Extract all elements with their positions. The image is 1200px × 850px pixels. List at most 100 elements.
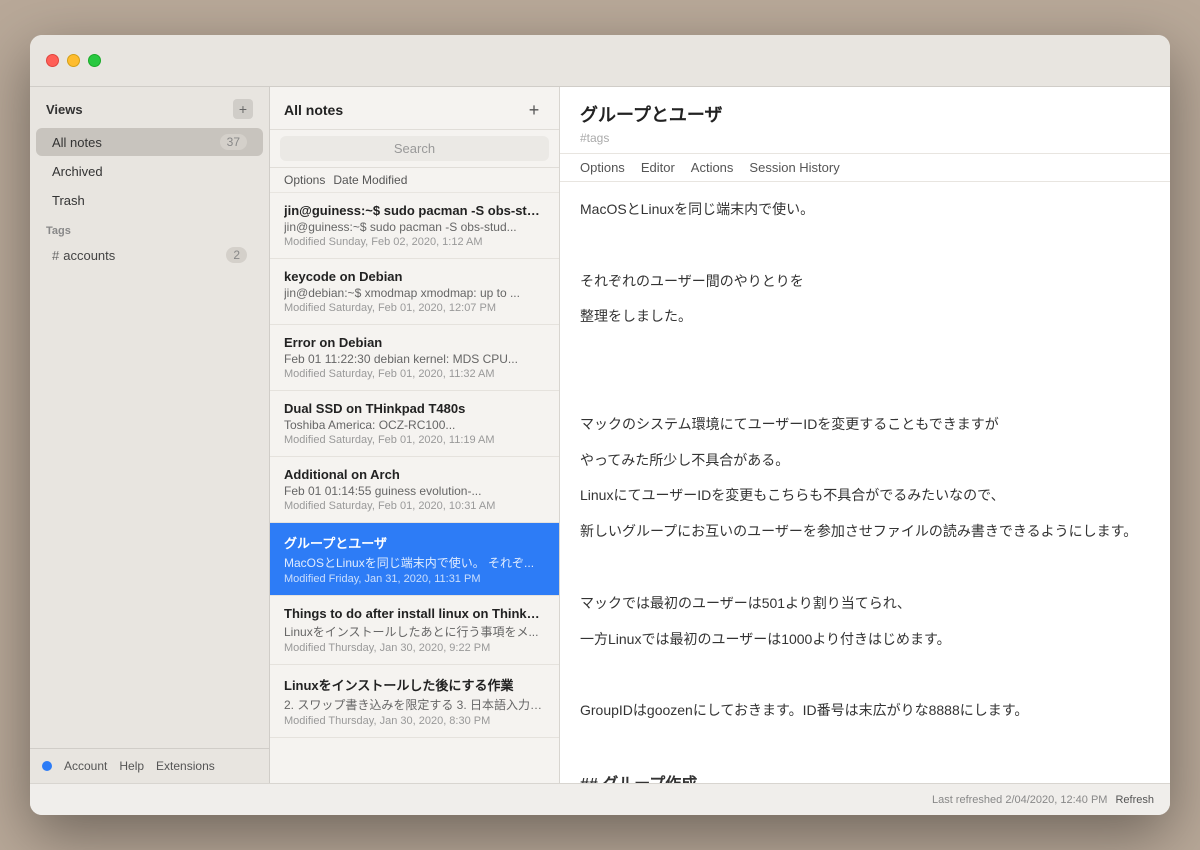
note-date: Modified Saturday, Feb 01, 2020, 10:31 A…: [284, 500, 545, 512]
note-detail-title: グループとユーザ: [580, 101, 1150, 127]
main-content: Views + All notes 37 Archived Trash Tags…: [30, 87, 1170, 783]
trash-label: Trash: [52, 193, 85, 208]
note-preview: MacOSとLinuxを同じ端末内で使い。 それぞ...: [284, 554, 545, 571]
toolbar-actions[interactable]: Actions: [691, 160, 734, 175]
note-title: Dual SSD on THinkpad T480s: [284, 401, 545, 416]
note-item[interactable]: Dual SSD on THinkpad T480s Toshiba Ameri…: [270, 391, 559, 457]
note-preview: Feb 01 01:14:55 guiness evolution-...: [284, 484, 545, 498]
note-detail-tags[interactable]: #tags: [580, 131, 1150, 145]
note-item[interactable]: Error on Debian Feb 01 11:22:30 debian k…: [270, 325, 559, 391]
accounts-count: 2: [226, 247, 247, 263]
status-bar: Last refreshed 2/04/2020, 12:40 PM Refre…: [30, 783, 1170, 815]
tag-accounts-label: #accounts: [52, 248, 115, 263]
note-preview: Linuxをインストールしたあとに行う事項をメ...: [284, 623, 545, 640]
empty-line: [580, 341, 1150, 365]
note-date: Modified Friday, Jan 31, 2020, 11:31 PM: [284, 573, 545, 585]
account-link[interactable]: Account: [64, 759, 107, 773]
note-date: Modified Sunday, Feb 02, 2020, 1:12 AM: [284, 236, 545, 248]
note-preview: 2. スワップ書き込みを限定する 3. 日本語入力ア...: [284, 696, 545, 713]
note-title: jin@guiness:~$ sudo pacman -S obs-stud..…: [284, 203, 545, 218]
body-paragraph: 新しいグループにお互いのユーザーを参加させファイルの読み書きできるようにします。: [580, 520, 1150, 544]
body-paragraph: マックでは最初のユーザーは501より割り当てられ、: [580, 592, 1150, 616]
note-detail-toolbar: Options Editor Actions Session History: [560, 154, 1170, 182]
note-preview: jin@debian:~$ xmodmap xmodmap: up to ...: [284, 286, 545, 300]
note-title: グループとユーザ: [284, 533, 545, 552]
note-preview: jin@guiness:~$ sudo pacman -S obs-stud..…: [284, 220, 545, 234]
note-item[interactable]: Additional on Arch Feb 01 01:14:55 guine…: [270, 457, 559, 523]
body-paragraph: それぞれのユーザー間のやりとりを: [580, 270, 1150, 294]
empty-line: [580, 663, 1150, 687]
note-preview: Toshiba America: OCZ-RC100...: [284, 418, 545, 432]
sidebar-item-all-notes[interactable]: All notes 37: [36, 128, 263, 156]
add-view-button[interactable]: +: [233, 99, 253, 119]
last-refreshed-text: Last refreshed 2/04/2020, 12:40 PM: [932, 794, 1108, 806]
add-note-button[interactable]: +: [523, 99, 545, 121]
all-notes-count: 37: [220, 134, 247, 150]
toolbar-options[interactable]: Options: [580, 160, 625, 175]
body-paragraph: やってみた所少し不具合がある。: [580, 449, 1150, 473]
note-item[interactable]: Things to do after install linux on Thin…: [270, 596, 559, 665]
note-item[interactable]: jin@guiness:~$ sudo pacman -S obs-stud..…: [270, 193, 559, 259]
tag-hash-icon: #: [52, 248, 59, 263]
all-notes-label: All notes: [52, 135, 102, 150]
body-paragraph: 一方Linuxでは最初のユーザーは1000より付きはじめます。: [580, 628, 1150, 652]
empty-line: [580, 556, 1150, 580]
sidebar-item-trash[interactable]: Trash: [36, 187, 263, 214]
note-date: Modified Saturday, Feb 01, 2020, 11:32 A…: [284, 368, 545, 380]
note-preview: Feb 01 11:22:30 debian kernel: MDS CPU..…: [284, 352, 545, 366]
extensions-link[interactable]: Extensions: [156, 759, 215, 773]
sidebar: Views + All notes 37 Archived Trash Tags…: [30, 87, 270, 783]
archived-label: Archived: [52, 164, 103, 179]
app-window: Views + All notes 37 Archived Trash Tags…: [30, 35, 1170, 815]
refresh-button[interactable]: Refresh: [1115, 794, 1154, 806]
notes-list: All notes + Options Date Modified jin@gu…: [270, 87, 560, 783]
notes-list-title: All notes: [284, 102, 343, 118]
sidebar-header: Views +: [30, 87, 269, 127]
close-button[interactable]: [46, 54, 59, 67]
note-title: Linuxをインストールした後にする作業: [284, 675, 545, 694]
note-date: Modified Thursday, Jan 30, 2020, 8:30 PM: [284, 715, 545, 727]
sort-label: Date Modified: [333, 173, 407, 187]
help-link[interactable]: Help: [119, 759, 144, 773]
notes-options: Options Date Modified: [270, 168, 559, 193]
note-title: Additional on Arch: [284, 467, 545, 482]
body-paragraph: マックのシステム環境にてユーザーIDを変更することもできますが: [580, 413, 1150, 437]
note-detail: グループとユーザ #tags Options Editor Actions Se…: [560, 87, 1170, 783]
empty-line: [580, 377, 1150, 401]
maximize-button[interactable]: [88, 54, 101, 67]
note-title: keycode on Debian: [284, 269, 545, 284]
note-date: Modified Saturday, Feb 01, 2020, 11:19 A…: [284, 434, 545, 446]
note-title: Error on Debian: [284, 335, 545, 350]
title-bar: [30, 35, 1170, 87]
toolbar-session-history[interactable]: Session History: [749, 160, 839, 175]
empty-line: [580, 735, 1150, 759]
notes-scroll: jin@guiness:~$ sudo pacman -S obs-stud..…: [270, 193, 559, 783]
heading: ## グループ作成: [580, 771, 1150, 783]
note-date: Modified Thursday, Jan 30, 2020, 9:22 PM: [284, 642, 545, 654]
sidebar-item-archived[interactable]: Archived: [36, 158, 263, 185]
account-status-dot: [42, 761, 52, 771]
note-title: Things to do after install linux on Thin…: [284, 606, 545, 621]
note-date: Modified Saturday, Feb 01, 2020, 12:07 P…: [284, 302, 545, 314]
empty-line: [580, 234, 1150, 258]
sidebar-footer: Account Help Extensions: [30, 748, 269, 783]
note-detail-header: グループとユーザ #tags: [560, 87, 1170, 154]
body-paragraph: GroupIDはgoozenにしておきます。ID番号は末広がりな8888にします…: [580, 699, 1150, 723]
note-item[interactable]: keycode on Debian jin@debian:~$ xmodmap …: [270, 259, 559, 325]
body-paragraph: MacOSとLinuxを同じ端末内で使い。: [580, 198, 1150, 222]
search-bar: [270, 130, 559, 168]
traffic-lights: [46, 54, 101, 67]
views-label: Views: [46, 102, 83, 117]
body-paragraph: LinuxにてユーザーIDを変更もこちらも不具合がでるみたいなので、: [580, 484, 1150, 508]
tags-section-title: Tags: [30, 215, 269, 241]
body-paragraph: 整理をしました。: [580, 305, 1150, 329]
options-label[interactable]: Options: [284, 173, 325, 187]
sidebar-item-accounts[interactable]: #accounts 2: [36, 242, 263, 268]
toolbar-editor[interactable]: Editor: [641, 160, 675, 175]
note-detail-body: MacOSとLinuxを同じ端末内で使い。 それぞれのユーザー間のやりとりを整理…: [560, 182, 1170, 783]
note-item[interactable]: グループとユーザ MacOSとLinuxを同じ端末内で使い。 それぞ... Mo…: [270, 523, 559, 596]
minimize-button[interactable]: [67, 54, 80, 67]
search-input[interactable]: [280, 136, 549, 161]
notes-list-header: All notes +: [270, 87, 559, 130]
note-item[interactable]: Linuxをインストールした後にする作業 2. スワップ書き込みを限定する 3.…: [270, 665, 559, 738]
